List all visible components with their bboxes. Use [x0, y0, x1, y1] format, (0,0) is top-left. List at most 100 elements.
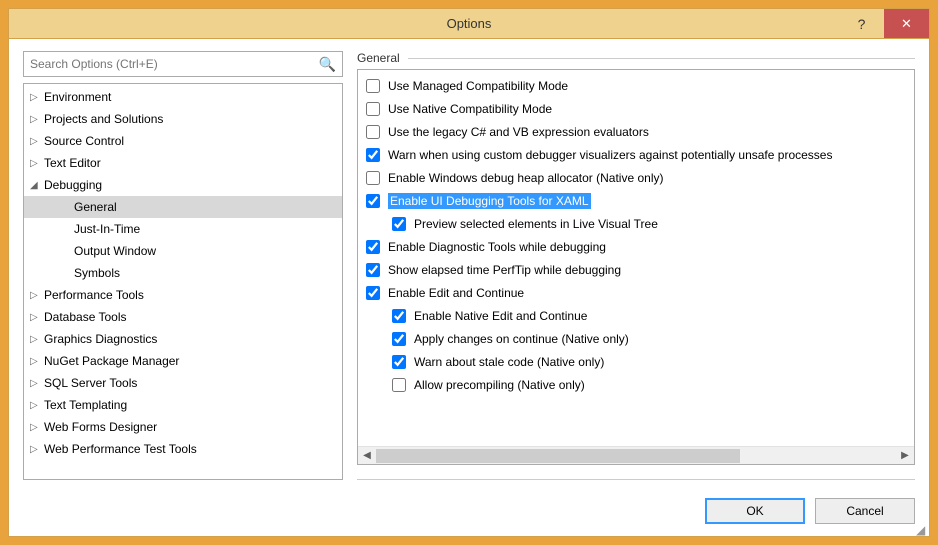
- tree-item[interactable]: Output Window: [24, 240, 342, 262]
- tree-item-label: Performance Tools: [44, 288, 144, 302]
- scroll-left-icon[interactable]: ◀: [358, 450, 376, 461]
- option-label: Enable UI Debugging Tools for XAML: [388, 193, 591, 209]
- tree-item[interactable]: ▷Text Editor: [24, 152, 342, 174]
- search-input[interactable]: [30, 57, 319, 71]
- cancel-button[interactable]: Cancel: [815, 498, 915, 524]
- option-label: Allow precompiling (Native only): [414, 378, 585, 392]
- option-row[interactable]: Use Native Compatibility Mode: [358, 97, 914, 120]
- option-checkbox[interactable]: [392, 332, 406, 346]
- option-label: Enable Windows debug heap allocator (Nat…: [388, 171, 664, 185]
- search-box[interactable]: 🔍: [23, 51, 343, 77]
- dialog-buttons: OK Cancel: [9, 486, 929, 536]
- collapsed-icon: ▷: [30, 92, 44, 103]
- tree-item[interactable]: ▷SQL Server Tools: [24, 372, 342, 394]
- tree-item-label: Symbols: [74, 266, 120, 280]
- horizontal-scrollbar[interactable]: ◀ ▶: [358, 446, 914, 464]
- tree-item-label: NuGet Package Manager: [44, 354, 179, 368]
- tree-item-label: Web Forms Designer: [44, 420, 157, 434]
- expanded-icon: ◢: [30, 180, 44, 191]
- tree-item-label: Graphics Diagnostics: [44, 332, 157, 346]
- tree-item[interactable]: ▷Web Forms Designer: [24, 416, 342, 438]
- option-label: Preview selected elements in Live Visual…: [414, 217, 658, 231]
- option-checkbox[interactable]: [366, 125, 380, 139]
- search-icon: 🔍: [319, 56, 336, 73]
- option-checkbox[interactable]: [392, 309, 406, 323]
- right-pane: General Use Managed Compatibility ModeUs…: [357, 51, 915, 480]
- window-controls: ? ✕: [839, 9, 929, 38]
- option-row[interactable]: Warn about stale code (Native only): [358, 350, 914, 373]
- options-panel: Use Managed Compatibility Mode Use Native…: [357, 69, 915, 465]
- scroll-track[interactable]: [376, 447, 896, 464]
- tree-item[interactable]: ▷Text Templating: [24, 394, 342, 416]
- section-title: General: [357, 51, 400, 65]
- tree-item-label: Database Tools: [44, 310, 127, 324]
- option-row[interactable]: Use Managed Compatibility Mode: [358, 74, 914, 97]
- collapsed-icon: ▷: [30, 136, 44, 147]
- option-row[interactable]: Apply changes on continue (Native only): [358, 327, 914, 350]
- option-checkbox[interactable]: [366, 194, 380, 208]
- ok-button[interactable]: OK: [705, 498, 805, 524]
- option-row[interactable]: Enable Windows debug heap allocator (Nat…: [358, 166, 914, 189]
- option-checkbox[interactable]: [366, 286, 380, 300]
- option-row[interactable]: Enable Edit and Continue: [358, 281, 914, 304]
- option-row[interactable]: Show elapsed time PerfTip while debuggin…: [358, 258, 914, 281]
- option-row[interactable]: Enable Native Edit and Continue: [358, 304, 914, 327]
- help-button[interactable]: ?: [839, 9, 884, 38]
- tree-item[interactable]: ▷Database Tools: [24, 306, 342, 328]
- option-label: Use Native Compatibility Mode: [388, 102, 552, 116]
- collapsed-icon: ▷: [30, 378, 44, 389]
- option-label: Show elapsed time PerfTip while debuggin…: [388, 263, 621, 277]
- option-row[interactable]: Use the legacy C# and VB expression eval…: [358, 120, 914, 143]
- close-button[interactable]: ✕: [884, 9, 929, 38]
- tree-item[interactable]: ▷Projects and Solutions: [24, 108, 342, 130]
- option-checkbox[interactable]: [366, 240, 380, 254]
- option-checkbox[interactable]: [392, 355, 406, 369]
- option-label: Enable Edit and Continue: [388, 286, 524, 300]
- section-divider: [408, 58, 915, 59]
- option-row[interactable]: Allow precompiling (Native only): [358, 373, 914, 396]
- tree-item[interactable]: ▷NuGet Package Manager: [24, 350, 342, 372]
- tree-item[interactable]: Symbols: [24, 262, 342, 284]
- collapsed-icon: ▷: [30, 422, 44, 433]
- tree-item[interactable]: ◢Debugging: [24, 174, 342, 196]
- tree-item-label: Projects and Solutions: [44, 112, 163, 126]
- option-label: Enable Native Edit and Continue: [414, 309, 587, 323]
- collapsed-icon: ▷: [30, 312, 44, 323]
- option-row[interactable]: Warn when using custom debugger visualiz…: [358, 143, 914, 166]
- option-checkbox[interactable]: [392, 217, 406, 231]
- window-title: Options: [9, 16, 929, 31]
- scroll-right-icon[interactable]: ▶: [896, 450, 914, 461]
- tree-item[interactable]: ▷Graphics Diagnostics: [24, 328, 342, 350]
- option-row[interactable]: Enable UI Debugging Tools for XAML: [358, 189, 914, 212]
- tree-item-label: Source Control: [44, 134, 124, 148]
- option-checkbox[interactable]: [366, 148, 380, 162]
- tree-item[interactable]: General: [24, 196, 342, 218]
- option-label: Warn about stale code (Native only): [414, 355, 604, 369]
- tree-item[interactable]: ▷Web Performance Test Tools: [24, 438, 342, 460]
- collapsed-icon: ▷: [30, 114, 44, 125]
- category-tree[interactable]: ▷Environment▷Projects and Solutions▷Sour…: [23, 83, 343, 480]
- tree-item-label: Just-In-Time: [74, 222, 140, 236]
- option-checkbox[interactable]: [366, 102, 380, 116]
- dialog-content: 🔍 ▷Environment▷Projects and Solutions▷So…: [9, 39, 929, 486]
- tree-item[interactable]: ▷Performance Tools: [24, 284, 342, 306]
- collapsed-icon: ▷: [30, 334, 44, 345]
- tree-item-label: Output Window: [74, 244, 156, 258]
- section-header: General: [357, 51, 915, 65]
- option-row[interactable]: Preview selected elements in Live Visual…: [358, 212, 914, 235]
- tree-item[interactable]: Just-In-Time: [24, 218, 342, 240]
- scroll-thumb[interactable]: [376, 449, 740, 463]
- titlebar: Options ? ✕: [9, 9, 929, 39]
- option-checkbox[interactable]: [392, 378, 406, 392]
- option-checkbox[interactable]: [366, 171, 380, 185]
- tree-item-label: Environment: [44, 90, 111, 104]
- option-row[interactable]: Enable Diagnostic Tools while debugging: [358, 235, 914, 258]
- option-checkbox[interactable]: [366, 79, 380, 93]
- tree-item-label: Text Templating: [44, 398, 127, 412]
- tree-item[interactable]: ▷Source Control: [24, 130, 342, 152]
- tree-item-label: General: [74, 200, 117, 214]
- options-list[interactable]: Use Managed Compatibility Mode Use Native…: [358, 70, 914, 446]
- tree-item[interactable]: ▷Environment: [24, 86, 342, 108]
- option-checkbox[interactable]: [366, 263, 380, 277]
- option-label: Use the legacy C# and VB expression eval…: [388, 125, 649, 139]
